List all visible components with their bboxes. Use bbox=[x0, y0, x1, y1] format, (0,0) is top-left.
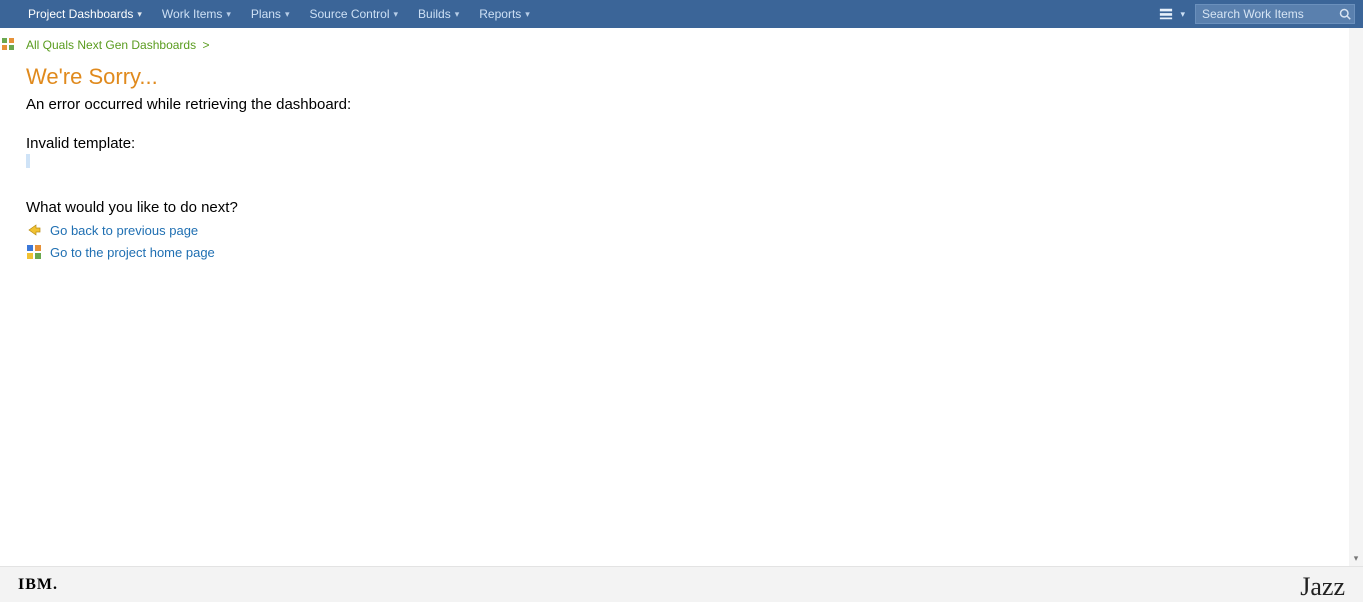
nav-label: Work Items bbox=[162, 7, 222, 21]
breadcrumb-separator: > bbox=[202, 38, 209, 52]
top-nav: Project Dashboards ▾ Work Items ▾ Plans … bbox=[0, 0, 1363, 28]
nav-work-items[interactable]: Work Items ▾ bbox=[152, 0, 241, 28]
nav-source-control[interactable]: Source Control ▾ bbox=[299, 0, 408, 28]
action-links: Go back to previous page Go to the proje… bbox=[26, 222, 1339, 260]
nav-label: Source Control bbox=[309, 7, 389, 21]
nav-plans[interactable]: Plans ▾ bbox=[241, 0, 300, 28]
action-go-back: Go back to previous page bbox=[26, 222, 1339, 238]
dashboard-grid-icon[interactable] bbox=[2, 38, 14, 50]
nav-project-dashboards[interactable]: Project Dashboards ▾ bbox=[18, 0, 152, 28]
search-input[interactable] bbox=[1195, 4, 1355, 24]
scroll-down-icon: ▾ bbox=[1354, 553, 1359, 564]
error-title: We're Sorry... bbox=[26, 64, 1339, 90]
chevron-down-icon: ▾ bbox=[226, 9, 231, 20]
what-next-text: What would you like to do next? bbox=[26, 199, 1339, 216]
go-back-link[interactable]: Go back to previous page bbox=[50, 223, 198, 238]
jazz-logo: Jazz bbox=[1300, 572, 1345, 602]
chevron-down-icon: ▾ bbox=[455, 9, 460, 20]
chevron-down-icon: ▾ bbox=[137, 9, 142, 20]
chevron-down-icon: ▾ bbox=[525, 9, 530, 20]
left-rail bbox=[0, 28, 16, 566]
nav-builds[interactable]: Builds ▾ bbox=[408, 0, 469, 28]
footer: IBM. Jazz bbox=[0, 566, 1363, 602]
app-picker-icon[interactable] bbox=[1158, 6, 1174, 22]
nav-label: Reports bbox=[479, 7, 521, 21]
nav-items: Project Dashboards ▾ Work Items ▾ Plans … bbox=[18, 0, 1158, 28]
search-wrap bbox=[1195, 4, 1355, 24]
nav-label: Plans bbox=[251, 7, 281, 21]
content-row: All Quals Next Gen Dashboards > We're So… bbox=[0, 28, 1363, 566]
nav-reports[interactable]: Reports ▾ bbox=[469, 0, 540, 28]
nav-label: Project Dashboards bbox=[28, 7, 133, 21]
action-go-home: Go to the project home page bbox=[26, 244, 1339, 260]
go-home-link[interactable]: Go to the project home page bbox=[50, 245, 215, 260]
ibm-logo: IBM. bbox=[18, 576, 58, 594]
chevron-down-icon[interactable]: ▾ bbox=[1180, 9, 1185, 20]
page-scrollbar[interactable]: ▾ bbox=[1349, 28, 1363, 566]
nav-right: ▾ bbox=[1158, 4, 1355, 24]
main-content: All Quals Next Gen Dashboards > We're So… bbox=[16, 28, 1349, 566]
error-invalid-template-text: Invalid template: bbox=[26, 135, 1339, 152]
nav-label: Builds bbox=[418, 7, 451, 21]
chevron-down-icon: ▾ bbox=[394, 9, 399, 20]
breadcrumb-link[interactable]: All Quals Next Gen Dashboards bbox=[26, 38, 196, 52]
text-cursor-icon bbox=[26, 154, 30, 168]
error-occurred-text: An error occurred while retrieving the d… bbox=[26, 96, 1339, 113]
chevron-down-icon: ▾ bbox=[285, 9, 290, 20]
back-arrow-icon bbox=[26, 222, 42, 238]
search-icon[interactable] bbox=[1338, 7, 1352, 21]
breadcrumb: All Quals Next Gen Dashboards > bbox=[26, 38, 1339, 52]
home-grid-icon bbox=[26, 244, 42, 260]
